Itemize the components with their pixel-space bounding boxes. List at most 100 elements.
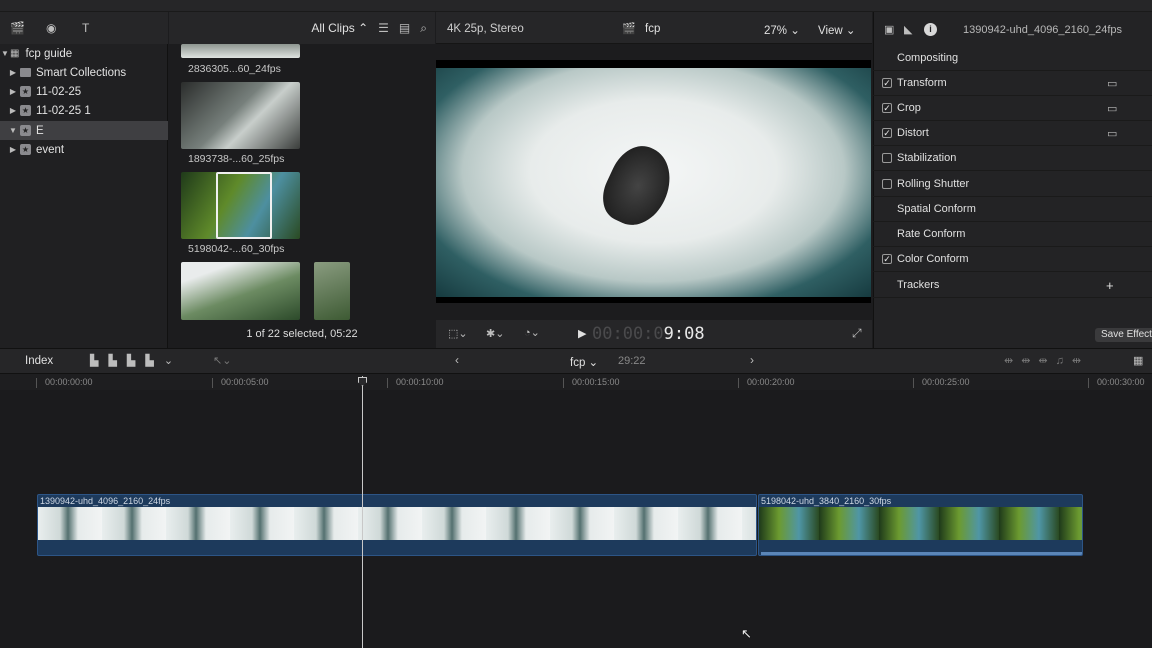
sidebar-item-event[interactable]: ▶ ★ 11-02-25 (0, 82, 168, 101)
sidebar-item-event[interactable]: ▶ ★ event (0, 140, 168, 159)
info-icon[interactable]: i (924, 23, 937, 36)
library-root[interactable]: ▼ ▦ fcp guide (0, 44, 168, 63)
inspector-row-stabilization[interactable]: Stabilization (873, 146, 1152, 171)
inspector-row-label: Crop (897, 102, 921, 114)
inspector-row-label: Stabilization (897, 152, 957, 164)
clip-name: 5198042-...60_30fps (188, 243, 285, 255)
speed-icon[interactable]: ◔⌄ (524, 326, 540, 339)
audio-controls-icon[interactable]: ⇹⇹⇹♫⇹ (1004, 354, 1089, 367)
ruler-label: 00:00:10:00 (396, 377, 444, 387)
disclosure-icon[interactable]: ▼ (8, 126, 18, 135)
sidebar-item-smart-collections[interactable]: ▶ Smart Collections (0, 63, 168, 82)
clip-filter-menu[interactable]: All Clips ⌃ (311, 21, 368, 35)
inspector-row-compositing[interactable]: Compositing (873, 46, 1152, 71)
inspector-row-transform[interactable]: ✓ Transform ▭ (873, 71, 1152, 96)
disclosure-icon[interactable]: ▶ (8, 145, 18, 154)
viewer-header: 4K 25p, Stereo 🎬 fcp 27% ⌄ View ⌄ (436, 12, 872, 44)
play-icon[interactable]: ▶ (578, 327, 586, 340)
index-button[interactable]: Index (25, 355, 53, 367)
format-label: 4K 25p, Stereo (447, 23, 524, 35)
clip-thumbnail[interactable] (181, 82, 300, 149)
search-icon[interactable]: ⌕ (420, 21, 427, 36)
playhead[interactable] (362, 376, 363, 648)
timecode-display[interactable]: 00:00:09:08 (592, 324, 705, 344)
magic-wand-icon[interactable]: ✱⌄ (486, 327, 504, 340)
disclosure-icon[interactable]: ▶ (8, 87, 18, 96)
sidebar-item-event[interactable]: ▶ ★ 11-02-25 1 (0, 101, 168, 120)
onscreen-control-icon[interactable]: ▭ (1107, 102, 1117, 115)
clapper-icon[interactable]: 🎬 (10, 21, 25, 35)
onscreen-control-icon[interactable]: ▭ (1107, 77, 1117, 90)
video-inspector-icon[interactable]: ▣ (884, 23, 894, 36)
titles-icon[interactable]: T (82, 21, 89, 35)
onscreen-control-icon[interactable]: ▭ (1107, 127, 1117, 140)
checkbox[interactable] (882, 179, 892, 189)
rock-image (593, 137, 683, 235)
inspector-row-rolling-shutter[interactable]: Rolling Shutter (873, 172, 1152, 197)
inspector-row-crop[interactable]: ✓ Crop ▭ (873, 96, 1152, 121)
edit-buttons-icon[interactable]: ▙▙▙▙⌄ (90, 354, 183, 367)
timeline-project-menu[interactable]: fcp ⌄ (570, 355, 598, 369)
disclosure-icon[interactable]: ▶ (8, 68, 18, 77)
clip-filmstrip (759, 507, 1082, 540)
inspector-row-spatial-conform[interactable]: Spatial Conform (873, 197, 1152, 222)
ruler-label: 00:00:00:00 (45, 377, 93, 387)
event-icon: ★ (20, 105, 31, 116)
library-icon: ▦ (10, 48, 20, 59)
save-effects-button[interactable]: Save Effects (1095, 328, 1152, 342)
disclosure-icon[interactable]: ▶ (8, 106, 18, 115)
inspector-row-distort[interactable]: ✓ Distort ▭ (873, 121, 1152, 146)
checkbox[interactable] (882, 153, 892, 163)
list-view-icon[interactable]: ☰ (378, 21, 389, 35)
ruler-label: 00:00:20:00 (747, 377, 795, 387)
fullscreen-icon[interactable]: ⤢ (852, 326, 862, 341)
inspector-row-rate-conform[interactable]: Rate Conform (873, 222, 1152, 247)
selection-outline (216, 172, 272, 239)
add-tracker-icon[interactable]: + (1106, 278, 1114, 293)
timeline-toolbar: Index ▙▙▙▙⌄ ↖⌄ ‹ fcp ⌄ 29:22 › ⇹⇹⇹♫⇹ ▦ (0, 348, 1152, 374)
clip-thumbnail[interactable] (181, 262, 300, 320)
browser-header: All Clips ⌃ ☰ ▤ ⌕ (169, 12, 435, 44)
video-frame (436, 60, 871, 303)
checkbox[interactable]: ✓ (882, 103, 892, 113)
clip-thumbnail[interactable] (314, 262, 350, 320)
clip-appearance-icon[interactable]: ▦ (1133, 354, 1143, 367)
inspector-row-label: Rate Conform (897, 228, 966, 240)
inspector-row-label: Spatial Conform (897, 203, 976, 215)
filmstrip-icon[interactable]: ▤ (399, 21, 410, 35)
inspector-row-trackers[interactable]: Trackers + (873, 273, 1152, 298)
back-icon[interactable]: ‹ (455, 353, 459, 367)
cursor-icon: ↖ (741, 626, 752, 641)
view-menu[interactable]: View ⌄ (818, 23, 856, 37)
inspector-row-label: Color Conform (897, 253, 969, 265)
forward-icon[interactable]: › (750, 353, 754, 367)
clip-name: 2836305...60_24fps (188, 63, 281, 75)
inspector-row-label: Compositing (897, 52, 959, 64)
zoom-menu[interactable]: 27% ⌄ (764, 23, 800, 37)
clip-thumbnail[interactable] (181, 44, 300, 58)
cursor-icon[interactable]: ↖⌄ (213, 354, 231, 367)
ruler-tick (913, 378, 914, 388)
top-toolbar (0, 0, 1152, 12)
ruler-tick (387, 378, 388, 388)
inspector-row-color-conform[interactable]: ✓ Color Conform (873, 247, 1152, 272)
ruler-label: 00:00:25:00 (922, 377, 970, 387)
checkbox[interactable]: ✓ (882, 128, 892, 138)
photos-icon[interactable]: ◉ (46, 21, 56, 35)
project-name: fcp (645, 23, 661, 35)
filter-inspector-icon[interactable]: ◣ (904, 23, 912, 36)
ocean-image (436, 68, 871, 297)
disclosure-icon[interactable]: ▼ (0, 49, 10, 58)
timeline-clip[interactable]: 1390942-uhd_4096_2160_24fps (37, 494, 757, 556)
clip-thumbnail[interactable] (181, 172, 300, 239)
event-icon: ★ (20, 125, 31, 136)
transform-icon[interactable]: ⬚⌄ (448, 327, 468, 340)
library-sidebar: ▼ ▦ fcp guide ▶ Smart Collections ▶ ★ 11-… (0, 44, 168, 348)
clip-filmstrip (38, 507, 756, 540)
sidebar-item-event-selected[interactable]: ▼ ★ E (0, 121, 168, 140)
checkbox[interactable]: ✓ (882, 78, 892, 88)
inspector-row-label: Trackers (897, 279, 940, 291)
timeline-clip[interactable]: 5198042-uhd_3840_2160_30fps (758, 494, 1083, 556)
ruler-label: 00:00:15:00 (572, 377, 620, 387)
checkbox[interactable]: ✓ (882, 254, 892, 264)
